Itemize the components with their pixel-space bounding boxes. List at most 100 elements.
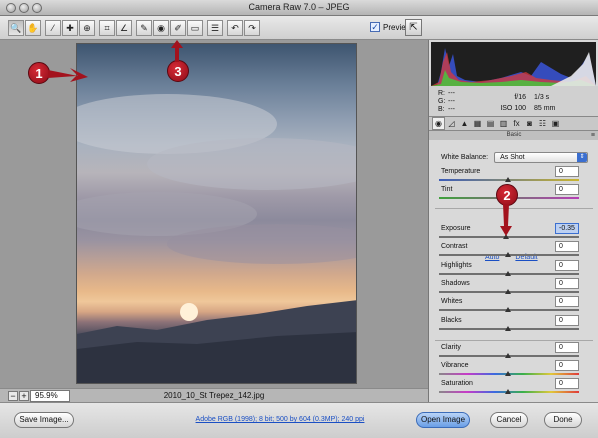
targeted-adjustment-icon[interactable]: ⊕ (79, 20, 95, 36)
zoom-icon[interactable]: 🔍 (8, 20, 24, 36)
spot-removal-icon[interactable]: ✎ (136, 20, 152, 36)
histogram (431, 42, 596, 86)
callout-3: 3 (167, 60, 189, 82)
file-name: 2010_10_St Trepez_142.jpg (163, 391, 265, 400)
toolbar: 🔍 ✋ ⁄ ✚ ⊕ ⌗ ∠ ✎ ◉ ✐ ▭ ☰ ↶ ↷ ✓ Preview ⇱ (0, 16, 598, 40)
preview-status-bar: − + 95.9% 2010_10_St Trepez_142.jpg (0, 388, 428, 402)
slider-value-tint[interactable]: 0 (555, 184, 579, 195)
color-sampler-icon[interactable]: ✚ (62, 20, 78, 36)
workflow-options-link[interactable]: Adobe RGB (1998); 8 bit; 500 by 604 (0.3… (170, 416, 390, 423)
slider-thumb-contrast[interactable] (505, 252, 511, 257)
hand-icon[interactable]: ✋ (25, 20, 41, 36)
b-label: B: (438, 106, 445, 113)
callout-1: 1 (28, 62, 50, 84)
slider-thumb-temperature[interactable] (505, 177, 511, 182)
slider-thumb-blacks[interactable] (505, 326, 511, 331)
basic-tab-icon[interactable]: ◉ (432, 117, 445, 130)
slider-value-exposure[interactable]: -0.35 (555, 223, 579, 234)
slider-value-temperature[interactable]: 0 (555, 166, 579, 177)
focal-length: 85 mm (534, 105, 556, 112)
white-balance-icon[interactable]: ⁄ (45, 20, 61, 36)
shutter-speed: 1/3 s (534, 94, 550, 101)
aperture: f/16 (514, 94, 526, 101)
red-eye-icon[interactable]: ◉ (153, 20, 169, 36)
slider-thumb-saturation[interactable] (505, 389, 511, 394)
slider-label-blacks: Blacks (441, 317, 462, 324)
slider-label-temperature: Temperature (441, 168, 481, 175)
slider-value-clarity[interactable]: 0 (555, 342, 579, 353)
straighten-icon[interactable]: ∠ (116, 20, 132, 36)
slider-label-shadows: Shadows (441, 280, 470, 287)
slider-value-highlights[interactable]: 0 (555, 260, 579, 271)
white-balance-label: White Balance: (441, 154, 489, 161)
rotate-left-icon[interactable]: ↶ (227, 20, 243, 36)
slider-value-vibrance[interactable]: 0 (555, 360, 579, 371)
crop-icon[interactable]: ⌗ (99, 20, 115, 36)
presets-tab-icon[interactable]: ☷ (536, 117, 549, 130)
panel-header: Basic ≡ (429, 131, 598, 140)
tool-group: 🔍 ✋ ⁄ ✚ ⊕ ⌗ ∠ ✎ ◉ ✐ ▭ ☰ ↶ ↷ (8, 20, 261, 36)
preferences-icon[interactable]: ☰ (207, 20, 223, 36)
slider-track-exposure[interactable] (439, 236, 579, 238)
panel-menu-icon[interactable]: ≡ (591, 131, 595, 140)
slider-label-clarity: Clarity (441, 344, 461, 351)
slider-value-whites[interactable]: 0 (555, 296, 579, 307)
snapshots-tab-icon[interactable]: ▣ (549, 117, 562, 130)
open-image-button[interactable]: Open Image (416, 412, 470, 428)
callout-2: 2 (496, 184, 518, 206)
image-preview-area (0, 40, 428, 388)
slider-value-contrast[interactable]: 0 (555, 241, 579, 252)
slider-thumb-highlights[interactable] (505, 271, 511, 276)
white-balance-value: As Shot (500, 154, 525, 161)
slider-thumb-vibrance[interactable] (505, 371, 511, 376)
readout-area: R: --- G: --- B: --- f/16 1/3 s ISO 100 85 mm (429, 86, 598, 116)
slider-thumb-whites[interactable] (505, 307, 511, 312)
camera-info: f/16 1/3 s ISO 100 85 mm (486, 92, 555, 114)
divider-1 (435, 208, 593, 209)
tone-curve-tab-icon[interactable]: ◿ (445, 117, 458, 130)
chevron-down-icon: ⇕ (577, 153, 588, 162)
panel-title: Basic (506, 132, 522, 138)
panel-tabs: ◉ ◿ ▲ ▦ ▤ ▥ fx ◙ ☷ ▣ (429, 116, 598, 131)
white-balance-row: White Balance: As Shot ⇕ (441, 152, 589, 163)
g-value: --- (448, 98, 455, 105)
save-image-button[interactable]: Save Image... (14, 412, 74, 428)
callout-3-arrow (171, 40, 183, 62)
slider-label-exposure: Exposure (441, 225, 471, 232)
slider-label-tint: Tint (441, 186, 453, 193)
bottom-bar: Save Image... Adobe RGB (1998); 8 bit; 5… (0, 402, 598, 438)
done-button[interactable]: Done (544, 412, 582, 428)
cancel-button[interactable]: Cancel (490, 412, 528, 428)
lens-corrections-tab-icon[interactable]: ▥ (497, 117, 510, 130)
divider-2 (435, 340, 593, 341)
adjustments-panel: R: --- G: --- B: --- f/16 1/3 s ISO 100 85 mm… (428, 40, 598, 402)
slider-label-highlights: Highlights (441, 262, 472, 269)
detail-tab-icon[interactable]: ▲ (458, 117, 471, 130)
preview-checkbox[interactable]: ✓ (370, 22, 380, 32)
photo-preview[interactable] (76, 43, 357, 384)
effects-tab-icon[interactable]: fx (510, 117, 523, 130)
slider-value-shadows[interactable]: 0 (555, 278, 579, 289)
slider-thumb-shadows[interactable] (505, 289, 511, 294)
split-toning-tab-icon[interactable]: ▤ (484, 117, 497, 130)
slider-label-vibrance: Vibrance (441, 362, 469, 369)
window-title: Camera Raw 7.0 – JPEG (248, 2, 350, 12)
slider-value-blacks[interactable]: 0 (555, 315, 579, 326)
slider-value-saturation[interactable]: 0 (555, 378, 579, 389)
iso: ISO 100 (500, 105, 526, 112)
adjustment-brush-icon[interactable]: ✐ (170, 20, 186, 36)
slider-label-whites: Whites (441, 298, 463, 305)
camera-calibration-tab-icon[interactable]: ◙ (523, 117, 536, 130)
callout-2-arrow (500, 204, 512, 236)
callout-1-arrow (48, 68, 88, 82)
g-label: G: (438, 98, 446, 105)
graduated-filter-icon[interactable]: ▭ (187, 20, 203, 36)
fullscreen-toggle-icon[interactable]: ⇱ (405, 19, 422, 36)
hsl-tab-icon[interactable]: ▦ (471, 117, 484, 130)
slider-thumb-clarity[interactable] (505, 353, 511, 358)
title-bar: Camera Raw 7.0 – JPEG (0, 0, 598, 16)
white-balance-select[interactable]: As Shot ⇕ (494, 152, 589, 163)
r-value: --- (448, 90, 455, 97)
rotate-right-icon[interactable]: ↷ (244, 20, 260, 36)
b-value: --- (448, 106, 455, 113)
